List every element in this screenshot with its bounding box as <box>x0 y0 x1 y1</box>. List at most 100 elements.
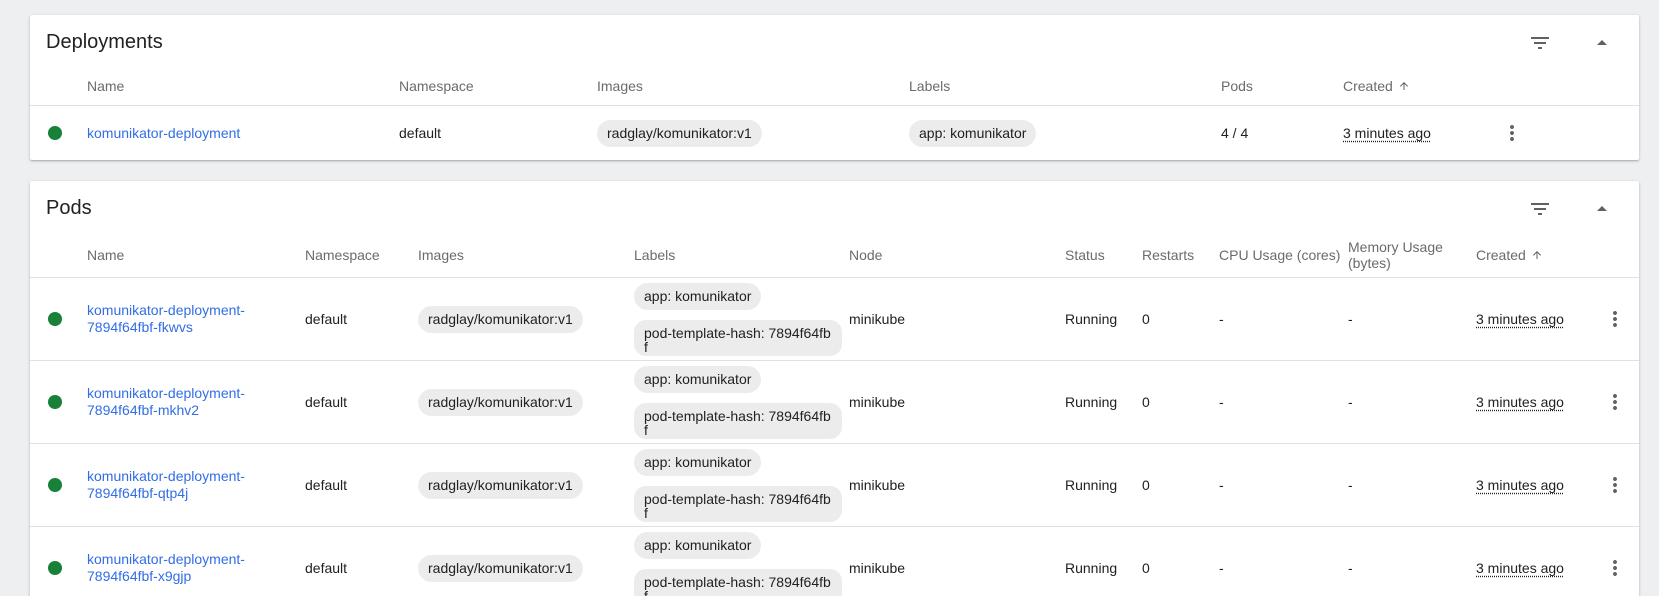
column-header-node[interactable]: Node <box>849 233 882 277</box>
pod-name-line1: komunikator-deployment- <box>87 302 245 318</box>
column-header-status[interactable]: Status <box>1065 233 1105 277</box>
node-cell: minikube <box>849 361 905 443</box>
cpu-cell: - <box>1219 444 1224 526</box>
label-chip: app: komunikator <box>634 283 761 310</box>
arrow-upward-icon <box>1398 80 1410 92</box>
running-status-dot-icon <box>48 478 62 492</box>
pods-header-row: Name Namespace Images Labels Node Status… <box>30 233 1639 277</box>
filter-list-icon <box>1528 31 1552 55</box>
deployments-header-row: Name Namespace Images Labels Pods Create… <box>30 67 1639 105</box>
column-header-created[interactable]: Created <box>1343 67 1410 105</box>
labels-cell: app: komunikator pod-template-hash: 7894… <box>634 278 842 360</box>
row-actions-button[interactable] <box>1500 106 1524 160</box>
created-time[interactable]: 3 minutes ago <box>1476 394 1564 410</box>
namespace-cell: default <box>399 106 441 160</box>
label-chip: app: komunikator <box>634 449 761 476</box>
arrow-drop-up-icon <box>1590 31 1614 55</box>
more-vert-icon <box>1603 473 1627 497</box>
label-chip: app: komunikator <box>909 120 1036 147</box>
column-header-name[interactable]: Name <box>87 67 124 105</box>
table-row: komunikator-deployment- 7894f64fbf-qtp4j … <box>30 443 1639 526</box>
label-chip: app: komunikator <box>634 532 761 559</box>
labels-cell: app: komunikator pod-template-hash: 7894… <box>634 444 842 526</box>
label-chip: pod-template-hash: 7894f64fbf <box>634 320 842 356</box>
restarts-cell: 0 <box>1142 527 1150 596</box>
pod-name-line2: 7894f64fbf-mkhv2 <box>87 402 199 418</box>
column-header-images: Images <box>418 233 464 277</box>
column-header-namespace[interactable]: Namespace <box>399 67 474 105</box>
namespace-cell: default <box>305 361 347 443</box>
label-chip: pod-template-hash: 7894f64fbf <box>634 569 842 596</box>
table-row: komunikator-deployment- 7894f64fbf-fkwvs … <box>30 277 1639 360</box>
running-status-dot-icon <box>48 561 62 575</box>
status-icon <box>48 361 62 443</box>
pods-filter-button[interactable] <box>1526 195 1554 223</box>
restarts-cell: 0 <box>1142 278 1150 360</box>
node-cell: minikube <box>849 444 905 526</box>
pod-name-link[interactable]: komunikator-deployment- 7894f64fbf-x9gjp <box>87 551 245 585</box>
column-header-restarts[interactable]: Restarts <box>1142 233 1194 277</box>
memory-cell: - <box>1348 278 1353 360</box>
created-time[interactable]: 3 minutes ago <box>1343 125 1431 141</box>
column-header-namespace[interactable]: Namespace <box>305 233 380 277</box>
table-row: komunikator-deployment- 7894f64fbf-x9gjp … <box>30 526 1639 596</box>
cpu-cell: - <box>1219 278 1224 360</box>
created-time[interactable]: 3 minutes ago <box>1476 311 1564 327</box>
namespace-cell: default <box>305 444 347 526</box>
memory-cell: - <box>1348 444 1353 526</box>
pod-name-link[interactable]: komunikator-deployment- 7894f64fbf-mkhv2 <box>87 385 245 419</box>
status-icon <box>48 444 62 526</box>
deployments-filter-button[interactable] <box>1526 29 1554 57</box>
status-icon <box>48 106 62 160</box>
deployment-name-link[interactable]: komunikator-deployment <box>87 125 240 142</box>
row-actions-button[interactable] <box>1603 278 1627 360</box>
deployments-collapse-button[interactable] <box>1588 29 1616 57</box>
arrow-drop-up-icon <box>1590 197 1614 221</box>
pod-name-line2: 7894f64fbf-x9gjp <box>87 568 191 584</box>
created-time[interactable]: 3 minutes ago <box>1476 560 1564 576</box>
status-text: Running <box>1065 361 1117 443</box>
pods-card: Pods Name Namespace Images Labels Node S… <box>30 181 1639 596</box>
label-chip: pod-template-hash: 7894f64fbf <box>634 486 842 522</box>
deployments-title: Deployments <box>46 31 163 54</box>
image-chip: radglay/komunikator:v1 <box>418 389 583 416</box>
pod-name-link[interactable]: komunikator-deployment- 7894f64fbf-fkwvs <box>87 302 245 336</box>
column-header-labels: Labels <box>634 233 675 277</box>
running-status-dot-icon <box>48 312 62 326</box>
label-chip: app: komunikator <box>634 366 761 393</box>
status-text: Running <box>1065 527 1117 596</box>
restarts-cell: 0 <box>1142 361 1150 443</box>
node-cell: minikube <box>849 278 905 360</box>
label-chip: pod-template-hash: 7894f64fbf <box>634 403 842 439</box>
labels-cell: app: komunikator pod-template-hash: 7894… <box>634 527 842 596</box>
image-chip: radglay/komunikator:v1 <box>418 472 583 499</box>
namespace-cell: default <box>305 527 347 596</box>
column-header-name[interactable]: Name <box>87 233 124 277</box>
more-vert-icon <box>1603 307 1627 331</box>
pods-collapse-button[interactable] <box>1588 195 1616 223</box>
deployments-card: Deployments Name Namespace Images Labels… <box>30 15 1639 160</box>
row-actions-button[interactable] <box>1603 361 1627 443</box>
status-text: Running <box>1065 278 1117 360</box>
column-header-cpu: CPU Usage (cores) <box>1219 233 1340 277</box>
image-chip: radglay/komunikator:v1 <box>418 306 583 333</box>
column-header-created-label: Created <box>1343 78 1393 94</box>
running-status-dot-icon <box>48 126 62 140</box>
arrow-upward-icon <box>1531 249 1543 261</box>
row-actions-button[interactable] <box>1603 527 1627 596</box>
column-header-created[interactable]: Created <box>1476 233 1543 277</box>
pod-name-line1: komunikator-deployment- <box>87 468 245 484</box>
running-status-dot-icon <box>48 395 62 409</box>
status-icon <box>48 278 62 360</box>
status-text: Running <box>1065 444 1117 526</box>
memory-cell: - <box>1348 361 1353 443</box>
memory-cell: - <box>1348 527 1353 596</box>
cpu-cell: - <box>1219 527 1224 596</box>
image-chip: radglay/komunikator:v1 <box>597 120 762 147</box>
row-actions-button[interactable] <box>1603 444 1627 526</box>
pod-name-link[interactable]: komunikator-deployment- 7894f64fbf-qtp4j <box>87 468 245 502</box>
pod-name-line2: 7894f64fbf-qtp4j <box>87 485 188 501</box>
filter-list-icon <box>1528 197 1552 221</box>
created-time[interactable]: 3 minutes ago <box>1476 477 1564 493</box>
more-vert-icon <box>1603 390 1627 414</box>
